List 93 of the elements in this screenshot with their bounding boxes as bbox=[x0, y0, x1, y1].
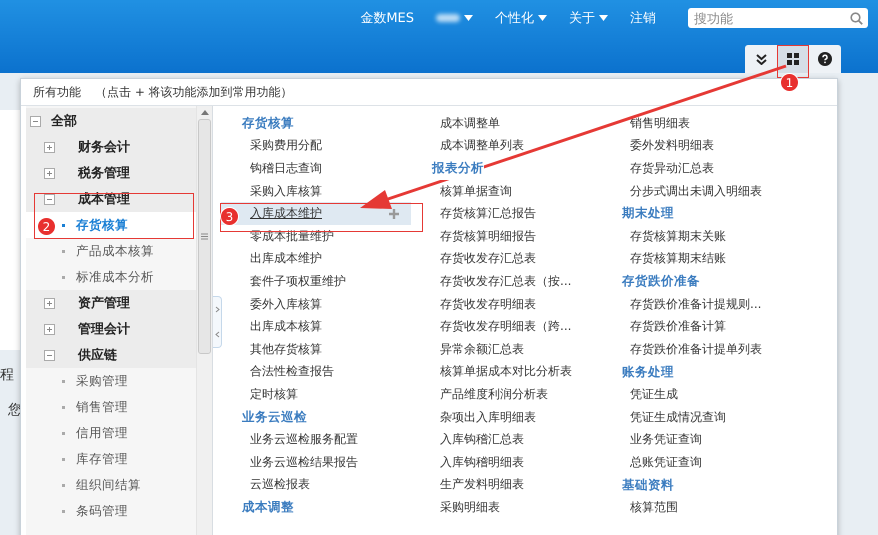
function-link[interactable]: 存货核算汇总报告 bbox=[411, 202, 601, 225]
grid-icon bbox=[787, 53, 799, 65]
bullet-icon bbox=[62, 510, 65, 512]
search-field[interactable]: 搜功能 bbox=[688, 8, 868, 28]
scrollbar[interactable] bbox=[196, 106, 212, 535]
function-link[interactable]: 存货收发存汇总表（按... bbox=[411, 270, 601, 293]
function-link[interactable]: 入库钩稽汇总表 bbox=[411, 428, 601, 451]
function-link[interactable]: 存货核算明细报告 bbox=[411, 224, 601, 248]
collapse-icon[interactable] bbox=[44, 350, 55, 360]
tree-item[interactable]: 信用管理 bbox=[76, 424, 128, 442]
step-number: 1 bbox=[780, 73, 799, 92]
function-link[interactable]: 套件子项权重维护 bbox=[221, 270, 411, 293]
tree-item[interactable]: 库存管理 bbox=[76, 450, 128, 468]
tree-item[interactable]: 销售管理 bbox=[76, 398, 128, 416]
function-link[interactable]: 核算单据成本对比分析表 bbox=[411, 360, 601, 384]
scroll-thumb[interactable] bbox=[198, 119, 211, 354]
function-link[interactable]: 存货跌价准备计提规则... bbox=[601, 292, 791, 316]
menu-link[interactable]: 关于 bbox=[569, 9, 608, 27]
brand-name: 金数MES bbox=[360, 10, 414, 27]
function-link[interactable]: 业务凭证查询 bbox=[601, 428, 791, 451]
expand-icon[interactable] bbox=[44, 142, 55, 152]
caret-icon bbox=[538, 15, 547, 21]
function-link[interactable]: 采购入库核算 bbox=[221, 180, 411, 202]
tree-item[interactable]: 采购管理 bbox=[76, 372, 128, 390]
function-link[interactable]: 核算范围 bbox=[601, 496, 791, 519]
bullet-icon bbox=[62, 224, 65, 226]
function-link[interactable]: 出库成本核算 bbox=[221, 315, 411, 338]
function-link[interactable]: 云巡检报表 bbox=[221, 474, 411, 496]
function-link[interactable]: 杂项出入库明细表 bbox=[411, 406, 601, 428]
panel-hint: （点击 + 将该功能添加到常用功能） bbox=[95, 84, 293, 100]
function-link[interactable]: 钩稽日志查询 bbox=[221, 157, 411, 180]
help-icon bbox=[818, 52, 832, 66]
collapse-icon[interactable] bbox=[30, 116, 41, 126]
function-link[interactable]: 核算单据查询 bbox=[411, 180, 601, 202]
function-link[interactable]: 委外发料明细表 bbox=[601, 134, 791, 158]
expand-icon[interactable] bbox=[44, 168, 55, 178]
function-link[interactable]: 采购费用分配 bbox=[221, 134, 411, 158]
function-link[interactable]: 凭证生成情况查询 bbox=[601, 406, 791, 428]
collapse-icon[interactable] bbox=[44, 194, 55, 204]
bullet-icon bbox=[62, 406, 65, 408]
function-link[interactable]: 存货收发存明细表 bbox=[411, 292, 601, 316]
expand-icon[interactable] bbox=[44, 298, 55, 308]
function-link[interactable]: 存货异动汇总表 bbox=[601, 157, 791, 180]
function-link[interactable]: 合法性检查报告 bbox=[221, 360, 411, 384]
function-link[interactable]: 凭证生成 bbox=[601, 383, 791, 406]
function-link[interactable]: 存货核算期末结账 bbox=[601, 248, 791, 270]
collapse-handle[interactable] bbox=[213, 296, 222, 348]
bullet-icon bbox=[62, 276, 65, 278]
tree-item[interactable]: 条码管理 bbox=[76, 502, 128, 520]
tree-item[interactable]: 组织间结算 bbox=[76, 476, 141, 494]
tree-item[interactable]: 产品成本核算 bbox=[76, 242, 154, 260]
function-link[interactable]: 异常余额汇总表 bbox=[411, 338, 601, 361]
search-icon bbox=[850, 12, 863, 25]
panel-title: 所有功能 bbox=[33, 84, 81, 100]
redacted-name bbox=[436, 14, 460, 22]
function-link[interactable]: 业务云巡检服务配置 bbox=[221, 428, 411, 451]
tree-item[interactable]: 标准成本分析 bbox=[76, 268, 154, 286]
function-link[interactable]: 存货收发存明细表（跨... bbox=[411, 315, 601, 338]
caret-icon[interactable] bbox=[464, 15, 473, 21]
function-link[interactable]: 产品维度利润分析表 bbox=[411, 383, 601, 406]
menu-link[interactable]: 注销 bbox=[630, 9, 656, 27]
function-link[interactable]: 委外入库核算 bbox=[221, 292, 411, 316]
function-link[interactable]: 分步式调出未调入明细表 bbox=[601, 180, 791, 202]
function-link[interactable]: 生产发料明细表 bbox=[411, 474, 601, 496]
background-text: 程 bbox=[0, 366, 14, 384]
scroll-up-icon[interactable] bbox=[200, 110, 208, 115]
function-link[interactable]: 存货跌价准备计算 bbox=[601, 315, 791, 338]
tree-group[interactable]: 供应链 bbox=[78, 346, 117, 364]
function-link[interactable]: 出库成本维护 bbox=[221, 248, 411, 270]
bullet-icon bbox=[62, 458, 65, 460]
caret-icon bbox=[599, 15, 608, 21]
tree-group[interactable]: 全部 bbox=[51, 112, 77, 130]
menu-link[interactable]: 个性化 bbox=[495, 9, 547, 27]
bullet-icon bbox=[62, 432, 65, 434]
function-link[interactable]: 存货跌价准备计提单列表 bbox=[601, 338, 791, 361]
function-link[interactable]: 成本调整单列表 bbox=[411, 134, 601, 158]
bullet-icon bbox=[62, 484, 65, 486]
expand-icon[interactable] bbox=[44, 324, 55, 334]
function-link[interactable]: 入库钩稽明细表 bbox=[411, 450, 601, 474]
double-chevron-icon bbox=[756, 54, 766, 64]
function-link[interactable]: 存货收发存汇总表 bbox=[411, 248, 601, 270]
tree-item[interactable]: 存货核算 bbox=[76, 216, 128, 234]
plus-icon[interactable] bbox=[389, 208, 399, 219]
bullet-icon bbox=[62, 250, 65, 252]
function-link[interactable]: 业务云巡检结果报告 bbox=[221, 450, 411, 474]
function-link[interactable]: 其他存货核算 bbox=[221, 338, 411, 361]
function-link[interactable]: 销售明细表 bbox=[601, 112, 791, 135]
bullet-icon bbox=[62, 380, 65, 382]
function-link[interactable]: 采购明细表 bbox=[411, 496, 601, 519]
function-link[interactable]: 成本调整单 bbox=[411, 112, 601, 135]
function-link[interactable]: 总账凭证查询 bbox=[601, 450, 791, 474]
function-link[interactable]: 存货核算期末关账 bbox=[601, 224, 791, 248]
function-link[interactable]: 定时核算 bbox=[221, 383, 411, 406]
